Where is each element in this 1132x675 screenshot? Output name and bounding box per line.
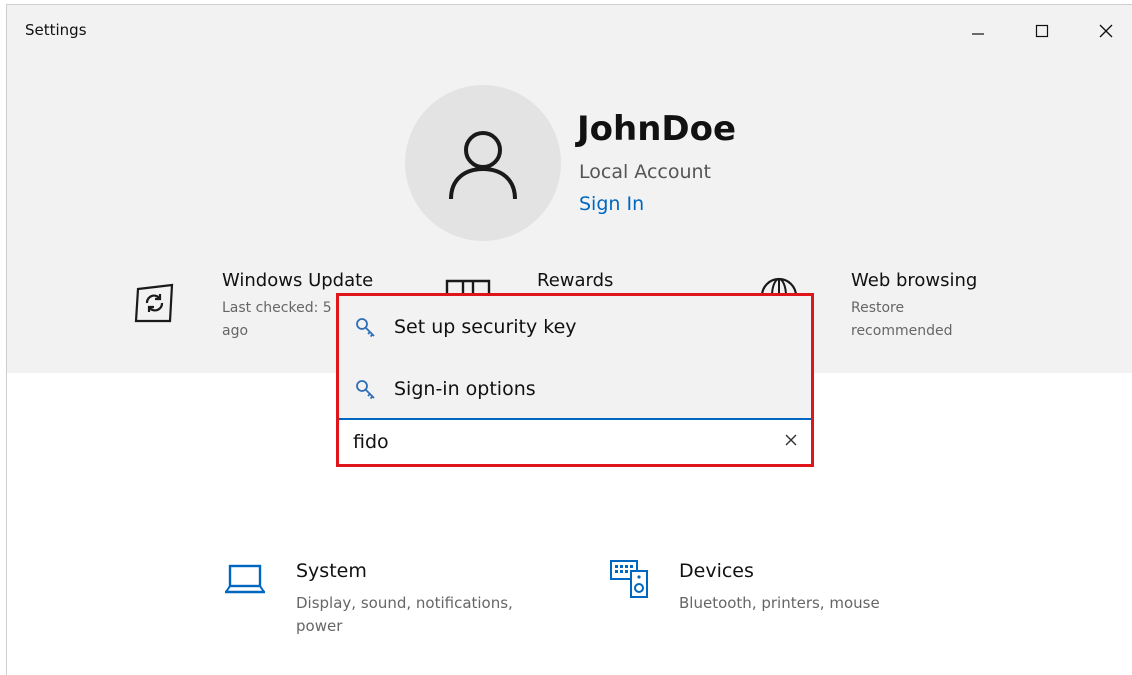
- profile-name: JohnDoe: [577, 109, 737, 149]
- user-icon: [449, 131, 517, 200]
- quick-link-title: Web browsing: [851, 270, 978, 291]
- category-subtitle: power: [296, 617, 343, 635]
- settings-window: Settings JohnDoe Local Account Sign In W…: [6, 4, 1132, 675]
- quick-link-subtitle: Last checked: 5: [222, 300, 332, 316]
- quick-link-subtitle: recommended: [851, 323, 953, 339]
- maximize-button[interactable]: [1019, 11, 1065, 51]
- laptop-icon: [225, 564, 265, 594]
- quick-link-title: Windows Update: [222, 270, 374, 291]
- key-icon: [356, 318, 375, 338]
- close-button[interactable]: [1083, 11, 1129, 51]
- suggestion-set-up-security-key[interactable]: Set up security key: [339, 298, 811, 356]
- quick-link-subtitle: Restore: [851, 300, 905, 316]
- suggestion-label: Sign-in options: [394, 378, 536, 400]
- category-title: System: [296, 560, 367, 582]
- category-devices[interactable]: Devices Bluetooth, printers, mouse: [603, 555, 923, 645]
- avatar[interactable]: [405, 85, 561, 241]
- category-system[interactable]: System Display, sound, notifications, po…: [217, 555, 537, 645]
- sign-in-link[interactable]: Sign In: [579, 193, 644, 215]
- window-title: Settings: [25, 21, 87, 39]
- category-subtitle: Bluetooth, printers, mouse: [679, 594, 880, 612]
- clear-icon: [785, 434, 797, 446]
- search-suggestions-popup: Set up security key Sign-in options: [336, 293, 814, 467]
- devices-icon: [610, 560, 648, 598]
- refresh-update-icon: [134, 283, 174, 323]
- search-input[interactable]: [351, 426, 755, 458]
- quick-link-title: Rewards: [537, 270, 614, 291]
- search-box: [339, 418, 811, 464]
- minimize-icon: [972, 33, 984, 35]
- category-subtitle: Display, sound, notifications,: [296, 594, 513, 612]
- account-type: Local Account: [579, 161, 711, 183]
- key-icon: [356, 380, 375, 400]
- suggestion-sign-in-options[interactable]: Sign-in options: [339, 360, 811, 418]
- maximize-icon: [1035, 24, 1049, 38]
- minimize-button[interactable]: [955, 11, 1001, 51]
- category-title: Devices: [679, 560, 754, 582]
- suggestion-label: Set up security key: [394, 316, 577, 338]
- quick-link-subtitle: ago: [222, 323, 249, 339]
- close-icon: [1099, 24, 1113, 38]
- clear-search-button[interactable]: [779, 428, 803, 452]
